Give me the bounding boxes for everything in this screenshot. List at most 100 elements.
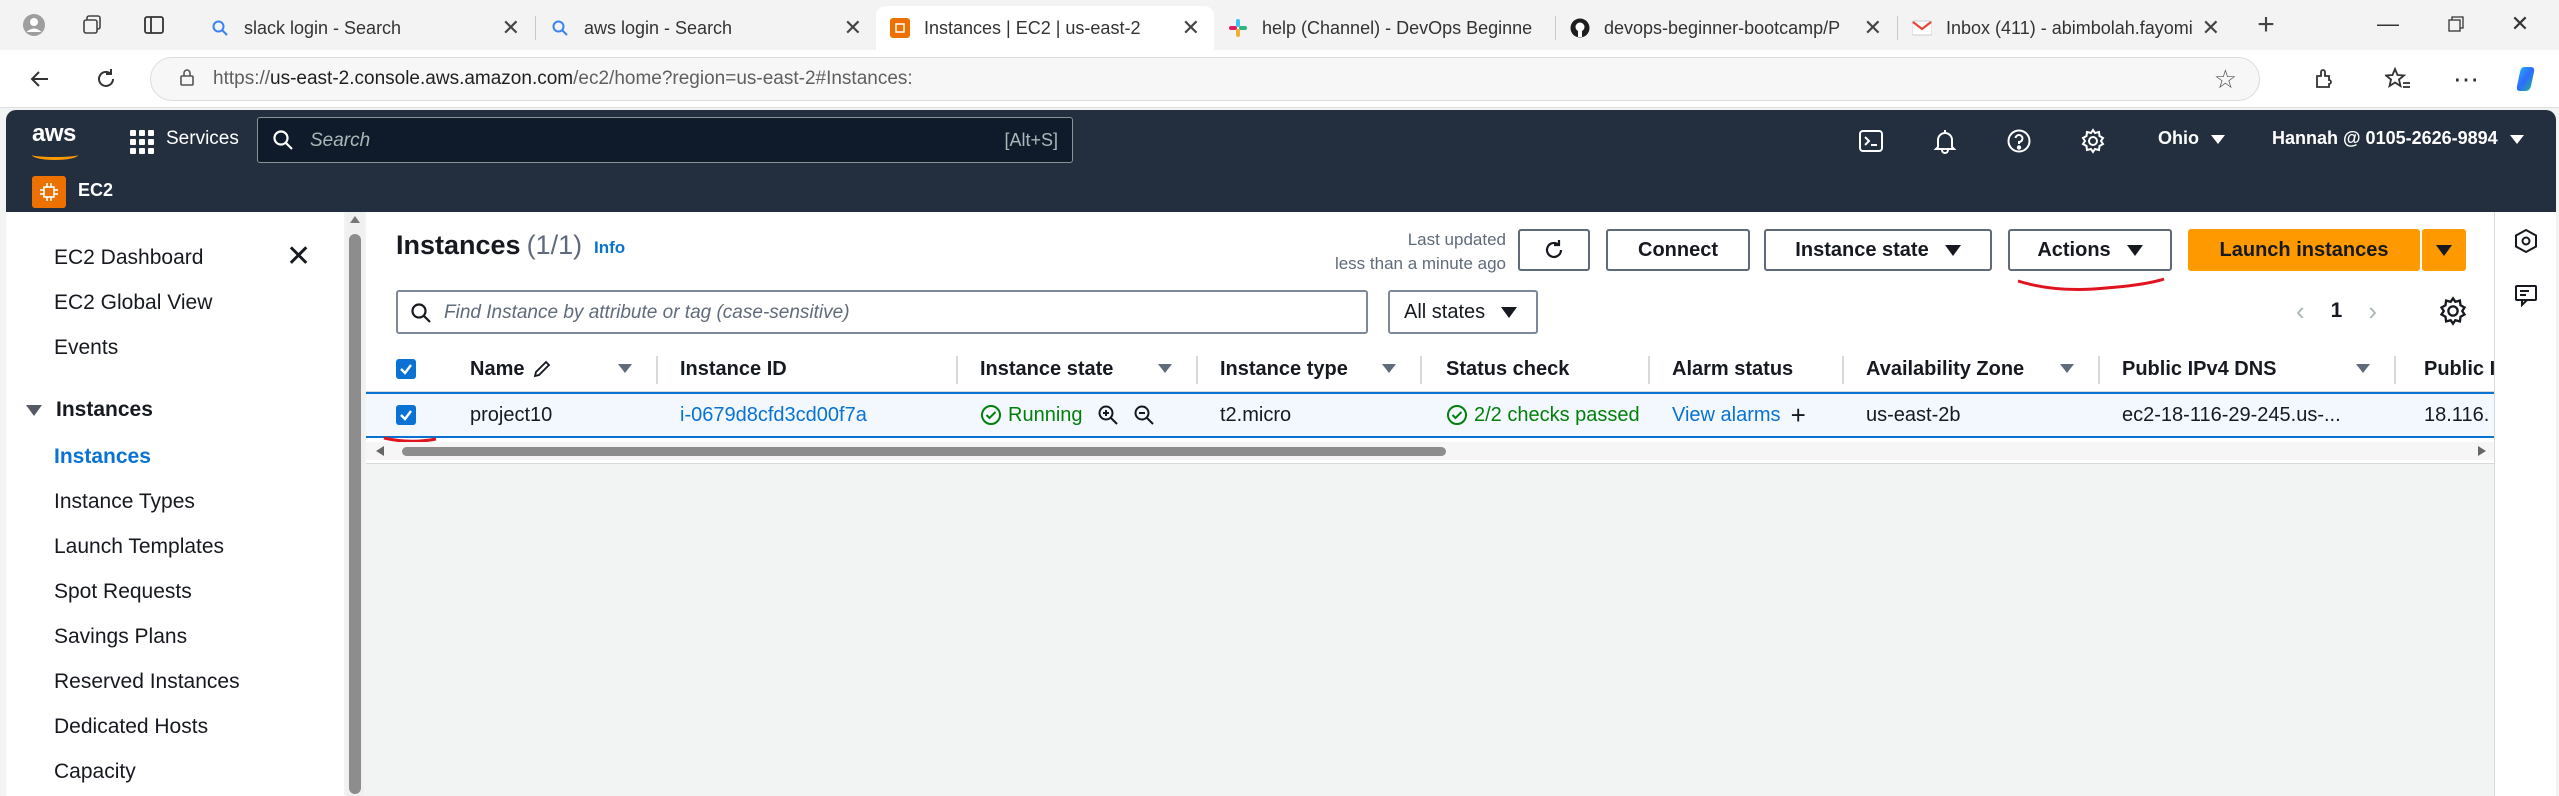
- actions-button[interactable]: Actions: [2008, 229, 2172, 271]
- instance-filter[interactable]: [396, 290, 1368, 334]
- tab-gmail[interactable]: Inbox (411) - abimbolah.fayomi ✕: [1898, 6, 2234, 50]
- nav-ec2-global-view[interactable]: EC2 Global View: [54, 291, 212, 315]
- aws-search-box[interactable]: [Alt+S]: [257, 117, 1073, 163]
- column-instance-id[interactable]: Instance ID: [680, 346, 787, 392]
- sort-icon[interactable]: [1382, 346, 1396, 392]
- table-horizontal-scrollbar[interactable]: [366, 442, 2494, 460]
- close-tab-icon[interactable]: ✕: [2202, 15, 2220, 41]
- scroll-right-arrow-icon[interactable]: [2478, 446, 2486, 456]
- close-tab-icon[interactable]: ✕: [1864, 15, 1882, 41]
- sidebar-scrollbar[interactable]: [346, 212, 364, 796]
- nav-ec2-dashboard[interactable]: EC2 Dashboard: [54, 246, 203, 270]
- sort-icon[interactable]: [2356, 346, 2370, 392]
- close-nav-icon[interactable]: ✕: [286, 242, 311, 272]
- column-public-ipv4-dns[interactable]: Public IPv4 DNS: [2122, 346, 2277, 392]
- column-availability-zone[interactable]: Availability Zone: [1866, 346, 2024, 392]
- settings-gear-icon[interactable]: [2076, 124, 2110, 158]
- extensions-icon[interactable]: [2306, 62, 2342, 96]
- nav-spot-requests[interactable]: Spot Requests: [54, 580, 192, 604]
- launch-dropdown-button[interactable]: [2422, 229, 2466, 271]
- row-checkbox[interactable]: [396, 405, 416, 425]
- column-divider[interactable]: [656, 356, 658, 384]
- sort-icon[interactable]: [2060, 346, 2074, 392]
- favorite-star-icon[interactable]: ☆: [2214, 64, 2237, 95]
- column-alarm-status[interactable]: Alarm status: [1672, 346, 1793, 392]
- help-icon[interactable]: [2002, 124, 2036, 158]
- nav-section-instances[interactable]: Instances: [26, 398, 153, 422]
- instance-filter-input[interactable]: [444, 300, 1344, 326]
- nav-instance-types[interactable]: Instance Types: [54, 490, 195, 514]
- refresh-button[interactable]: [1518, 229, 1590, 271]
- column-divider[interactable]: [956, 356, 958, 384]
- launch-instances-button[interactable]: Launch instances: [2188, 229, 2420, 271]
- previous-page-icon[interactable]: ‹: [2296, 296, 2305, 327]
- region-selector[interactable]: Ohio: [2158, 128, 2225, 149]
- table-preferences-gear-icon[interactable]: [2438, 296, 2468, 326]
- close-tab-icon[interactable]: ✕: [502, 15, 520, 41]
- column-instance-type[interactable]: Instance type: [1220, 346, 1348, 392]
- services-grid-icon[interactable]: [130, 130, 154, 154]
- back-arrow-icon[interactable]: [22, 62, 58, 96]
- notes-panel-icon[interactable]: [2513, 282, 2539, 308]
- tab-slack-search[interactable]: slack login - Search ✕: [196, 6, 534, 50]
- state-filter-select[interactable]: All states: [1388, 290, 1538, 334]
- tab-slack-channel[interactable]: help (Channel) - DevOps Beginne: [1214, 6, 1554, 50]
- minimize-icon[interactable]: —: [2368, 8, 2408, 40]
- notifications-bell-icon[interactable]: [1928, 124, 1962, 158]
- refresh-icon[interactable]: [88, 62, 124, 96]
- scroll-up-arrow-icon[interactable]: [350, 216, 360, 223]
- scroll-left-arrow-icon[interactable]: [376, 446, 384, 456]
- view-alarms-link[interactable]: View alarms: [1672, 404, 1781, 427]
- new-tab-button[interactable]: +: [2250, 8, 2282, 41]
- instance-state-button[interactable]: Instance state: [1764, 229, 1992, 271]
- nav-reserved-instances[interactable]: Reserved Instances: [54, 670, 240, 694]
- more-menu-icon[interactable]: ⋯: [2448, 62, 2484, 96]
- zoom-out-icon[interactable]: [1133, 404, 1155, 426]
- scrollbar-thumb[interactable]: [402, 447, 1446, 456]
- nav-launch-templates[interactable]: Launch Templates: [54, 535, 224, 559]
- column-divider[interactable]: [1196, 356, 1198, 384]
- info-link[interactable]: Info: [594, 238, 625, 258]
- select-all-checkbox[interactable]: [396, 359, 416, 379]
- instance-id-link[interactable]: i-0679d8cfd3cd00f7a: [680, 394, 867, 436]
- copilot-icon[interactable]: [2508, 62, 2544, 96]
- profile-icon[interactable]: [18, 10, 50, 40]
- column-public-ip[interactable]: Public I: [2424, 346, 2494, 392]
- column-name[interactable]: Name: [470, 346, 552, 392]
- column-divider[interactable]: [2394, 356, 2396, 384]
- ec2-service-icon[interactable]: [32, 176, 66, 208]
- next-page-icon[interactable]: ›: [2368, 296, 2377, 327]
- tab-aws-search[interactable]: aws login - Search ✕: [536, 6, 876, 50]
- add-alarm-plus-icon[interactable]: +: [1791, 402, 1806, 428]
- close-tab-icon[interactable]: ✕: [844, 15, 862, 41]
- tab-ec2-instances[interactable]: Instances | EC2 | us-east-2 ✕: [876, 6, 1214, 50]
- column-divider[interactable]: [1648, 356, 1650, 384]
- nav-savings-plans[interactable]: Savings Plans: [54, 625, 187, 649]
- workspaces-icon[interactable]: [76, 10, 108, 40]
- nav-capacity[interactable]: Capacity: [54, 760, 136, 784]
- favorites-icon[interactable]: [2380, 62, 2416, 96]
- current-page[interactable]: 1: [2331, 299, 2343, 323]
- column-status-check[interactable]: Status check: [1446, 346, 1569, 392]
- nav-instances[interactable]: Instances: [54, 445, 151, 469]
- instance-name[interactable]: project10: [470, 394, 552, 436]
- url-field[interactable]: https://us-east-2.console.aws.amazon.com…: [150, 57, 2260, 101]
- service-name[interactable]: EC2: [78, 180, 113, 201]
- sort-icon[interactable]: [618, 346, 632, 392]
- column-divider[interactable]: [2098, 356, 2100, 384]
- column-instance-state[interactable]: Instance state: [980, 346, 1113, 392]
- scrollbar-thumb[interactable]: [349, 234, 361, 794]
- vertical-tabs-icon[interactable]: [138, 10, 170, 40]
- table-row[interactable]: project10 i-0679d8cfd3cd00f7a Running t2…: [366, 392, 2494, 443]
- nav-events[interactable]: Events: [54, 336, 118, 360]
- cloudshell-icon[interactable]: [1854, 124, 1888, 158]
- connect-button[interactable]: Connect: [1606, 229, 1750, 271]
- nav-dedicated-hosts[interactable]: Dedicated Hosts: [54, 715, 208, 739]
- sort-icon[interactable]: [1158, 346, 1172, 392]
- tab-github[interactable]: devops-beginner-bootcamp/P ✕: [1556, 6, 1896, 50]
- restore-icon[interactable]: [2436, 8, 2476, 40]
- zoom-in-icon[interactable]: [1097, 404, 1119, 426]
- column-divider[interactable]: [1842, 356, 1844, 384]
- services-menu[interactable]: Services: [166, 128, 239, 150]
- close-tab-icon[interactable]: ✕: [1182, 15, 1200, 41]
